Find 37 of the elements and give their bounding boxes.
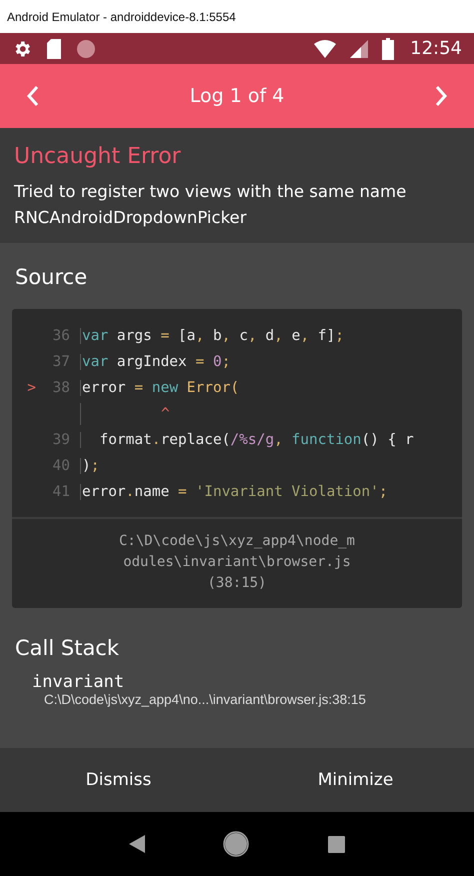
error-title: Uncaught Error xyxy=(14,144,182,169)
code-line: format.replace(/%s/g, function() { r xyxy=(80,432,414,448)
wifi-icon xyxy=(314,40,336,58)
line-number: 36 xyxy=(52,328,71,344)
line-number: 40 xyxy=(52,458,71,474)
chevron-right-icon xyxy=(434,85,448,107)
code-line: ); xyxy=(80,458,100,474)
back-icon[interactable] xyxy=(129,835,146,853)
error-message: Tried to register two views with the same name RNCAndroidDropdownPicker xyxy=(14,181,408,229)
code-line: error.name = 'Invariant Violation'; xyxy=(80,484,388,500)
home-icon[interactable] xyxy=(223,831,250,857)
stack-frame-name: invariant xyxy=(32,672,126,692)
file-path: C:\D\code\js\xyz_app4\node_modules\invariant\browser.js xyxy=(118,532,356,572)
minimize-button[interactable]: Minimize xyxy=(237,748,474,812)
chevron-left-icon xyxy=(26,85,40,107)
dismiss-button[interactable]: Dismiss xyxy=(0,748,237,812)
line-number: 38 xyxy=(52,380,71,396)
stack-frame-location: C:\D\code\js\xyz_app4\no...\invariant\browser.js:38:15 xyxy=(43,692,367,707)
signal-icon xyxy=(350,40,368,58)
section-heading: Call Stack xyxy=(14,636,120,660)
clock: 12:54 xyxy=(410,38,462,59)
code-line: var args = [a, b, c, d, e, f]; xyxy=(80,328,344,344)
recents-icon[interactable] xyxy=(328,836,345,852)
line-number: 41 xyxy=(52,484,71,500)
log-title: Log 1 of 4 xyxy=(190,85,284,107)
file-position: (38:15) xyxy=(206,574,268,593)
section-heading: Source xyxy=(14,265,88,289)
error-caret: ^ xyxy=(161,406,170,422)
line-number: 37 xyxy=(52,354,71,370)
battery-icon xyxy=(382,38,394,60)
code-line: var argIndex = 0; xyxy=(80,354,230,370)
window-title: Android Emulator - androiddevice-8.1:5554 xyxy=(7,10,236,24)
code-line: error = new Error( xyxy=(80,380,240,396)
sd-card-icon xyxy=(46,38,62,58)
line-number: 39 xyxy=(52,432,71,448)
current-line-marker: > xyxy=(26,380,36,396)
circle-icon xyxy=(76,38,96,58)
